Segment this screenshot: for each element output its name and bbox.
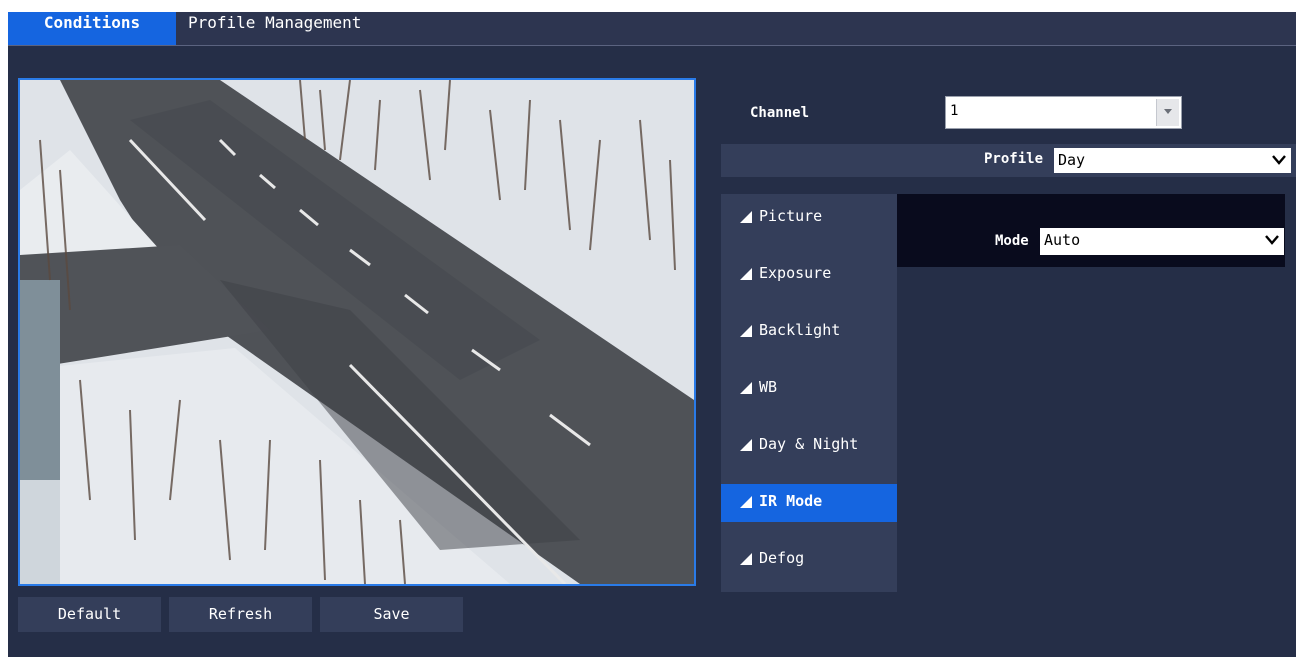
mode-label: Mode — [995, 233, 1029, 249]
triangle-icon — [740, 553, 752, 565]
mode-value: Auto — [1044, 231, 1081, 249]
refresh-button[interactable]: Refresh — [169, 597, 312, 632]
menu-item-backlight[interactable]: Backlight — [721, 313, 897, 351]
default-button[interactable]: Default — [18, 597, 161, 632]
menu-item-picture[interactable]: Picture — [721, 199, 897, 237]
mode-select[interactable]: Auto — [1040, 228, 1284, 255]
triangle-icon — [740, 268, 752, 280]
profile-label: Profile — [984, 151, 1044, 167]
save-button[interactable]: Save — [320, 597, 463, 632]
menu-item-label: Exposure — [759, 264, 832, 282]
dropdown-arrow-icon — [1156, 99, 1179, 126]
settings-menu: Picture Exposure Backlight WB Day & Nigh… — [721, 194, 897, 592]
triangle-icon — [740, 382, 752, 394]
channel-label: Channel — [750, 105, 810, 121]
triangle-icon — [740, 325, 752, 337]
channel-value: 1 — [950, 103, 959, 119]
menu-item-label: Backlight — [759, 321, 841, 339]
menu-item-label: IR Mode — [759, 492, 823, 510]
tab-conditions[interactable]: Conditions — [8, 12, 176, 45]
camera-snapshot — [20, 80, 694, 584]
app-window: Conditions Profile Management Default Re… — [8, 12, 1296, 657]
menu-item-defog[interactable]: Defog — [721, 541, 897, 579]
tab-bar: Conditions Profile Management — [8, 12, 1296, 46]
menu-item-label: Picture — [759, 207, 823, 225]
menu-item-wb[interactable]: WB — [721, 370, 897, 408]
triangle-icon — [740, 496, 752, 508]
channel-select[interactable]: 1 — [945, 96, 1182, 129]
video-preview — [18, 78, 696, 586]
tab-profile-management[interactable]: Profile Management — [188, 12, 361, 45]
menu-item-ir-mode[interactable]: IR Mode — [721, 484, 897, 522]
menu-item-label: Day & Night — [759, 435, 859, 453]
triangle-icon — [740, 211, 752, 223]
chevron-down-icon — [1271, 148, 1287, 176]
menu-item-label: Defog — [759, 549, 805, 567]
triangle-icon — [740, 439, 752, 451]
menu-item-day-night[interactable]: Day & Night — [721, 427, 897, 465]
menu-item-label: WB — [759, 378, 778, 396]
profile-value: Day — [1058, 151, 1086, 169]
profile-select[interactable]: Day — [1054, 148, 1291, 173]
chevron-down-icon — [1264, 228, 1280, 256]
menu-item-exposure[interactable]: Exposure — [721, 256, 897, 294]
